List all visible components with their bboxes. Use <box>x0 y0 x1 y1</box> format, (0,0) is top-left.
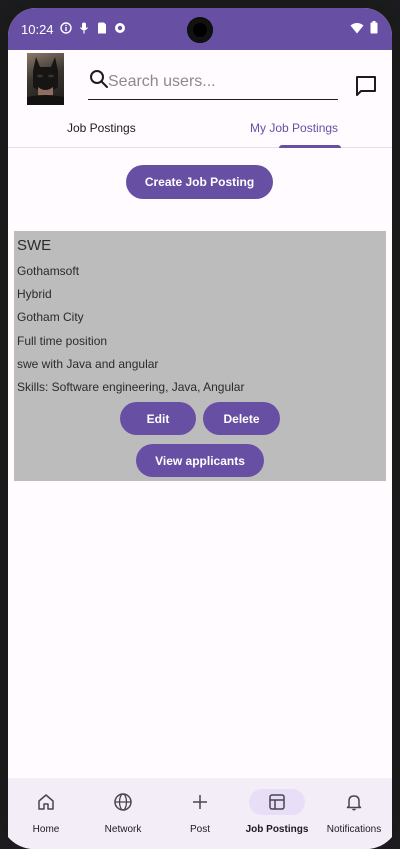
status-left-icons <box>60 22 126 34</box>
view-applicants-button[interactable]: View applicants <box>136 444 264 477</box>
nav-item-notifications[interactable]: Notifications <box>316 778 392 849</box>
bottom-navigation: Home Network Post Job Postings Notificat… <box>8 778 392 849</box>
nav-label-network: Network <box>104 824 142 835</box>
job-company: Gothamsoft <box>17 264 80 278</box>
info-icon <box>60 22 72 34</box>
job-title: SWE <box>17 237 52 254</box>
job-employment-type: Full time position <box>17 334 108 348</box>
tab-bar: Job Postings My Job Postings <box>8 116 392 148</box>
nav-label-job-postings: Job Postings <box>245 824 309 835</box>
nav-icon-container <box>95 789 151 815</box>
nav-icon-container <box>18 789 74 815</box>
job-skills: Skills: Software engineering, Java, Angu… <box>17 380 245 394</box>
avatar-image <box>27 57 64 105</box>
plus-icon <box>193 795 207 809</box>
front-camera <box>187 17 213 43</box>
device-frame: 10:24 Search users... Job Postings My Jo… <box>0 0 400 849</box>
tab-my-job-postings[interactable]: My Job Postings <box>250 121 338 135</box>
nav-item-home[interactable]: Home <box>8 778 84 849</box>
job-description: swe with Java and angular <box>17 357 159 371</box>
job-location: Gotham City <box>17 310 84 324</box>
search-icon <box>90 70 108 88</box>
battery-icon <box>370 21 378 34</box>
globe-icon <box>114 793 132 811</box>
home-icon <box>38 794 54 810</box>
nav-icon-container <box>326 789 382 815</box>
active-tab-indicator <box>279 145 341 148</box>
avatar[interactable] <box>27 53 64 105</box>
job-work-mode: Hybrid <box>17 287 52 301</box>
mic-icon <box>78 22 90 34</box>
status-time: 10:24 <box>21 22 54 37</box>
status-right-icons <box>350 21 378 34</box>
edit-button[interactable]: Edit <box>120 402 196 435</box>
status-bar: 10:24 <box>8 8 392 50</box>
bell-icon <box>346 795 362 811</box>
app-screen: 10:24 Search users... Job Postings My Jo… <box>8 8 392 849</box>
search-bar[interactable] <box>88 66 338 100</box>
nav-icon-container <box>249 789 305 815</box>
nav-item-job-postings[interactable]: Job Postings <box>239 778 315 849</box>
create-job-posting-button[interactable]: Create Job Posting <box>126 165 273 199</box>
job-posting-card: SWE Gothamsoft Hybrid Gotham City Full t… <box>14 231 386 481</box>
nav-item-post[interactable]: Post <box>162 778 238 849</box>
job-board-icon <box>269 794 285 810</box>
tab-job-postings[interactable]: Job Postings <box>67 121 136 135</box>
nav-label-notifications: Notifications <box>326 824 382 835</box>
nav-label-post: Post <box>189 824 210 835</box>
search-input[interactable] <box>108 70 333 94</box>
sim-icon <box>96 22 108 34</box>
delete-button[interactable]: Delete <box>203 402 280 435</box>
wifi-icon <box>350 22 364 33</box>
data-saver-icon <box>114 22 126 34</box>
nav-label-home: Home <box>32 824 60 835</box>
nav-item-network[interactable]: Network <box>85 778 161 849</box>
nav-icon-container <box>172 789 228 815</box>
message-icon[interactable] <box>354 74 378 98</box>
